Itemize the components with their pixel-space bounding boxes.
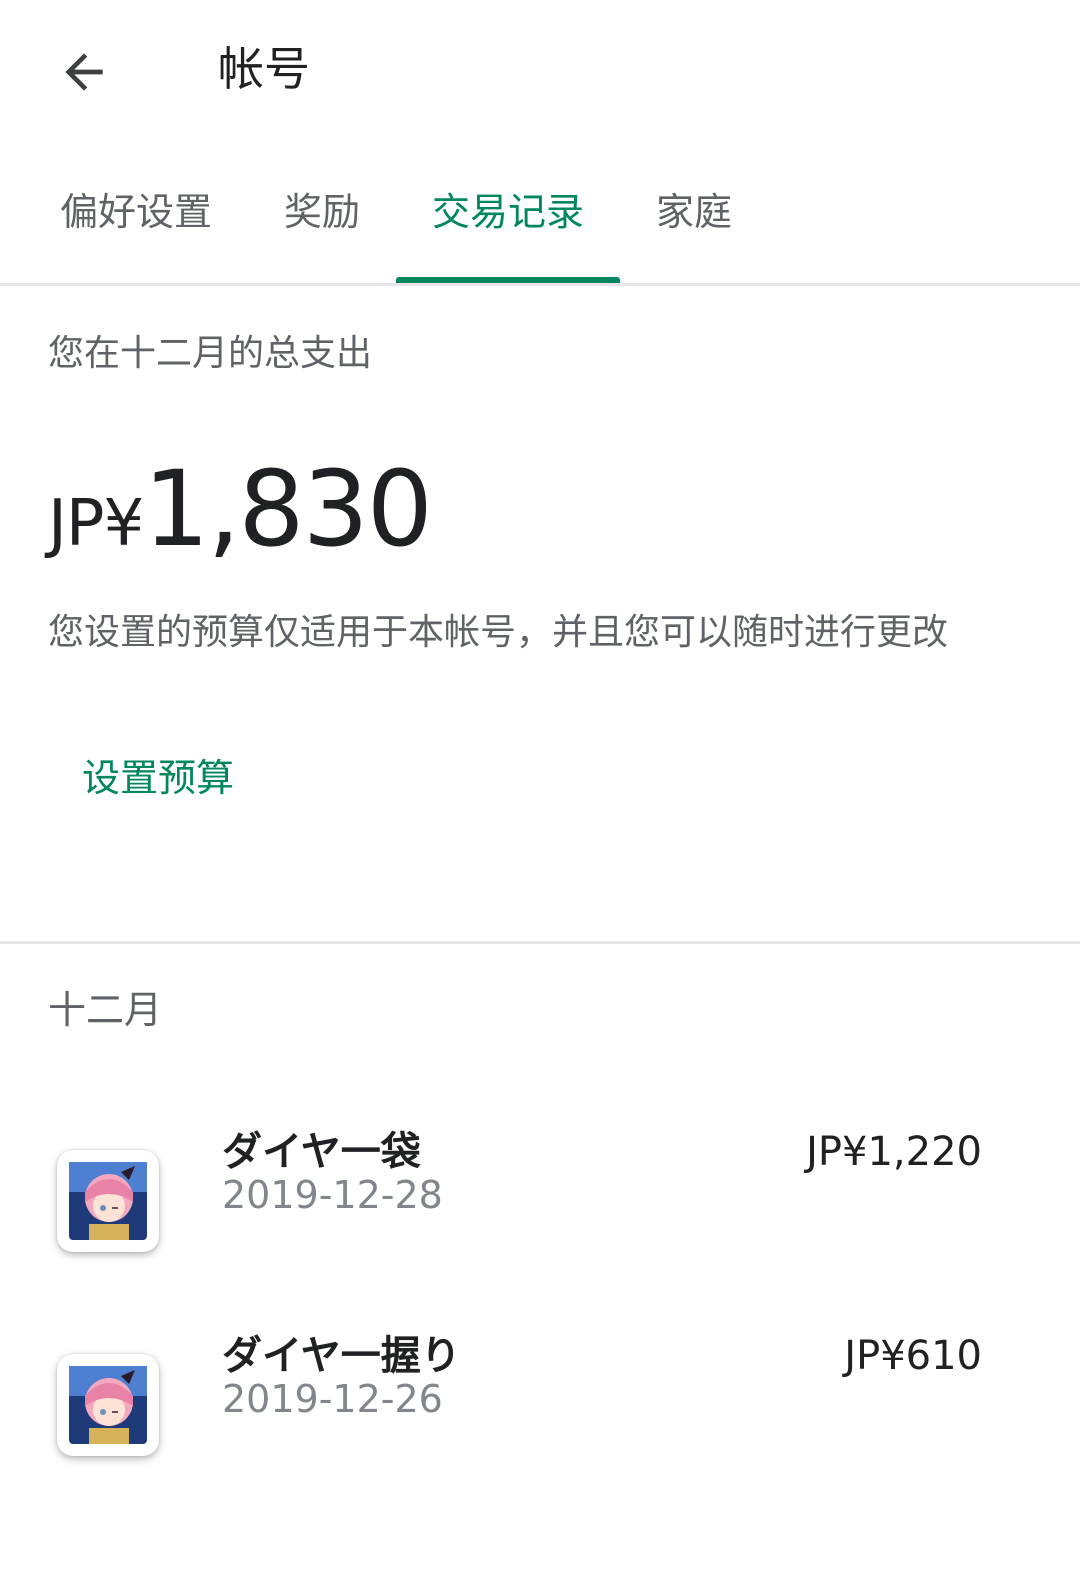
tab-rewards[interactable]: 奖励 (282, 170, 362, 254)
transaction-row[interactable]: ダイヤ一握り 2019-12-26 JP¥610 (0, 1330, 1080, 1480)
spending-summary-label: 您在十二月的总支出 (48, 333, 373, 374)
game-app-icon-art (69, 1162, 147, 1240)
budget-note: 您设置的预算仅适用于本帐号，并且您可以随时进行更改 (48, 612, 949, 653)
page-title: 帐号 (218, 42, 310, 96)
amount-value: 1,830 (143, 448, 433, 570)
total-spending-amount: JP¥ 1,830 (48, 448, 433, 570)
transaction-date: 2019-12-26 (222, 1377, 443, 1421)
transaction-date: 2019-12-28 (222, 1173, 443, 1217)
transaction-title: ダイヤ一握り (222, 1333, 461, 1379)
game-app-icon (57, 1354, 159, 1456)
account-page: 帐号 偏好设置 奖励 交易记录 家庭 您在十二月的总支出 JP¥ 1,830 您… (0, 0, 1080, 1570)
tab-transactions[interactable]: 交易记录 (430, 170, 586, 254)
arrow-back-icon (65, 53, 103, 91)
transaction-price: JP¥1,220 (806, 1129, 982, 1175)
game-app-icon (57, 1150, 159, 1252)
tab-bar: 偏好设置 奖励 交易记录 家庭 (0, 170, 1080, 286)
back-button[interactable] (48, 36, 120, 108)
currency-symbol: JP¥ (48, 487, 144, 561)
section-divider (0, 941, 1080, 944)
month-header: 十二月 (48, 988, 163, 1032)
tab-family[interactable]: 家庭 (654, 170, 734, 254)
tab-preferences[interactable]: 偏好设置 (58, 170, 214, 254)
tabs-divider (0, 283, 1080, 286)
set-budget-button[interactable]: 设置预算 (82, 752, 234, 804)
transaction-row[interactable]: ダイヤ一袋 2019-12-28 JP¥1,220 (0, 1126, 1080, 1276)
transaction-title: ダイヤ一袋 (222, 1129, 421, 1175)
transaction-price: JP¥610 (844, 1333, 982, 1379)
app-bar: 帐号 (0, 0, 1080, 140)
game-app-icon-art (69, 1366, 147, 1444)
